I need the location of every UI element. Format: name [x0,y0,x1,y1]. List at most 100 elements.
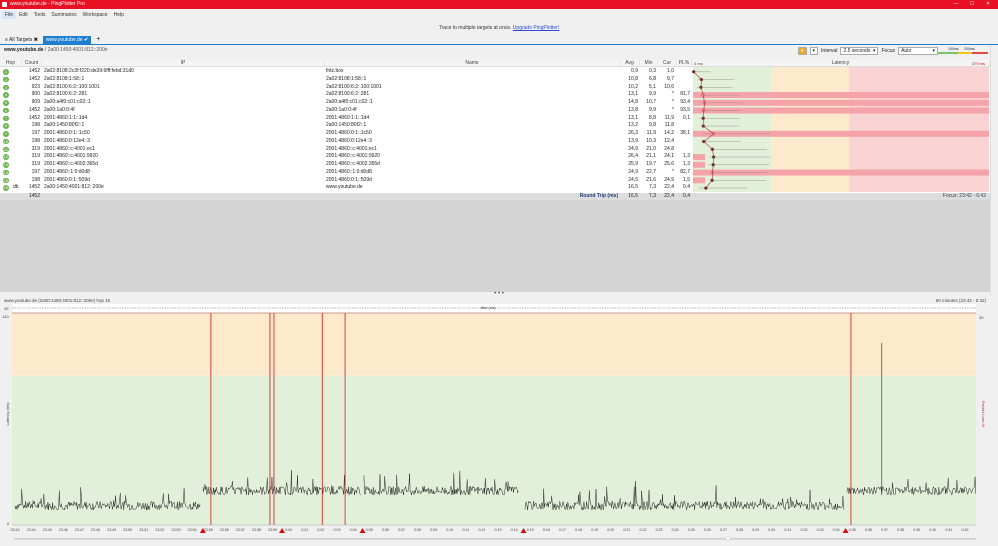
cell-count: 319 [31,161,40,167]
hop-row[interactable]: 15 198 2001:4860:0:1::509d 2001:4860:0:1::5… [0,177,692,185]
cell-avg: 26,3 [628,130,638,136]
cell-avg: 25,9 [628,161,638,167]
banner-text: Trace to multiple targets at once. [438,25,513,31]
x-tick: 0:20 [607,528,614,532]
close-button[interactable]: ✕ [982,0,994,9]
breadcrumb-target[interactable]: www.youtube.de [4,47,44,53]
col-count[interactable]: Count [22,60,42,67]
menu-summaries[interactable]: Summaries [48,11,79,19]
cell-min: 10,7 [646,99,656,105]
hop-status-icon: 13 [3,162,9,168]
menu-tools[interactable]: Tools [31,11,49,19]
x-tick: 23:52 [155,528,164,532]
x-tick: 23:44 [27,528,36,532]
cell-cur: 24,8 [664,145,674,152]
hop-row[interactable]: 14 197 2001:4860::1:0:d0d8 2001:4860::1:0:d… [0,169,692,177]
upgrade-link[interactable]: Upgrade PingPlotter! [513,25,559,31]
cell-ip: 2001:4860:0:12e4::3 [44,137,90,144]
tab-youtube[interactable]: www.youtube.de ✔ [42,36,92,44]
packet-loss-box [693,161,705,168]
x-tick: 0:18 [575,528,582,532]
pause-button[interactable]: ⏸ [798,47,807,55]
menu-help[interactable]: Help [111,11,127,19]
hop-row[interactable]: 8 198 2a00:1450:80f2::1 2a00:1450:80f2::1 13… [0,122,692,130]
cell-pl: 0,1 [683,114,690,121]
vertical-scrollbar[interactable] [990,45,998,295]
hop-row[interactable]: 1 1452 2a02:8108:2c3f:f220:de39:6fff:febd:… [0,68,692,76]
splitter-handle[interactable]: • • • [0,291,998,298]
route-change-marker [842,528,849,533]
summary-min: 7,3 [649,193,656,199]
hop-row[interactable]: 4 900 2a02:8100:6:2::281 2a02:8100:6:2::281… [0,91,692,99]
x-tick: 0:06 [382,528,389,532]
y2-tick: 30 [979,315,984,320]
cell-ip: 2a02:8100:6:2::100:1001 [44,83,100,90]
hop-row[interactable]: 3 923 2a02:8100:6:2::100:1001 2a02:8100:6:2… [0,84,692,92]
cell-name: www.youtube.de [326,184,363,191]
x-tick: 0:01 [301,528,308,532]
menu-workspace[interactable]: Workspace [80,11,111,19]
col-cur[interactable]: Cur [658,60,677,67]
col-ip[interactable]: IP [42,60,325,67]
x-tick: 0:10 [446,528,453,532]
col-hop[interactable]: Hop [0,60,22,67]
maximize-button[interactable]: ☐ [966,0,978,9]
x-tick: 0:11 [462,528,469,532]
interval-select[interactable]: 2.5 seconds ▾ [840,47,879,55]
focus-value: Auto [901,48,912,54]
interval-label: Interval [821,48,838,54]
focus-select[interactable]: Auto ▾ [898,47,939,55]
route-change-marker [359,528,366,533]
hop-row[interactable]: 9 197 2001:4860:0:1::1c50 2001:4860:0:1::1c… [0,130,692,138]
cell-min: 9,9 [649,106,656,113]
hop-row[interactable]: 16 db 1452 2a00:1450:4001:812::200e www.yout… [0,184,692,192]
hop-row[interactable]: 10 198 2001:4860:0:12e4::3 2001:4860:0:12e4… [0,138,692,146]
hop-row[interactable]: 6 1452 2a00:1a0:0:4f 2a00:1a0:0:4f 13,8 9,9 * 9… [0,107,692,115]
latency-scale-min: 0 ms [694,61,703,66]
hop-row[interactable]: 2 1452 2a02:8108:1:58::1 2a02:8108:1:58::1 1… [0,76,692,84]
x-tick: 23:43 [11,528,20,532]
col-pl[interactable]: PL% [677,60,692,67]
hop-status-icon: 6 [3,107,9,114]
cell-count: 198 [31,122,40,129]
y-tick-min: 0 [7,521,10,526]
menu-file[interactable]: File [2,10,17,19]
hop-row[interactable]: 13 319 2001:4860::c:4002:365d 2001:4860::c:… [0,161,692,169]
graph-time-range[interactable]: 60 minutes (23:42 - 0:42) [936,298,986,303]
x-tick: 0:13 [495,528,502,532]
close-tab-icon[interactable]: ✖ [34,37,38,43]
x-tick: 0:05 [366,528,373,532]
add-tab-button[interactable]: + [93,36,103,44]
cell-count: 923 [31,83,40,90]
tab-all-targets[interactable]: ≡ All Targets ✖ [2,36,41,44]
cell-count: 319 [31,153,40,160]
hop-row[interactable]: 12 319 2001:4860::c:4001:9920 2001:4860::c:… [0,153,692,161]
x-tick: 0:08 [414,528,421,532]
y-axis-label: Latency (ms) [5,402,10,426]
cell-name: 2a00:1a0:0:4f [326,106,357,113]
hop-row[interactable]: 7 1452 2001:4860:1:1::1d4 2001:4860:1:1::1d… [0,115,692,123]
cell-pl: 1,5 [683,176,690,183]
col-name[interactable]: Name [325,60,620,67]
col-latency[interactable]: 0 ms Latency 379 ms [692,60,990,67]
hop-row[interactable]: 11 319 2001:4860::c:4001:ec1 2001:4860::c:4… [0,146,692,154]
cell-min: 11,9 [646,130,656,136]
pause-dropdown[interactable]: ▾ [809,47,819,55]
cell-count: 197 [31,168,40,175]
menu-edit[interactable]: Edit [16,11,31,19]
focus-range: Focus: 23:42 - 0:42 [942,193,986,199]
x-tick: 0:27 [720,528,727,532]
cell-avg: 16,5 [628,184,638,191]
col-min[interactable]: Min [640,60,658,67]
packet-loss-box [693,154,705,161]
cell-ip: 2001:4860:1:1::1d4 [44,114,88,121]
summary-pl: 0,4 [683,193,690,199]
menu-bar: File Edit Tools Summaries Workspace Help [0,9,998,20]
col-avg[interactable]: Avg [620,60,640,67]
minimize-button[interactable]: — [950,0,962,9]
x-tick: 0:38 [897,528,904,532]
hop-status-icon: 14 [3,169,9,176]
hop-status-icon: 16 [3,185,9,191]
hop-row[interactable]: 5 909 2a00:a4f0:c01:c02::1 2a00:a4f0:c01:c0… [0,99,692,107]
cell-min: 6,8 [649,75,656,82]
